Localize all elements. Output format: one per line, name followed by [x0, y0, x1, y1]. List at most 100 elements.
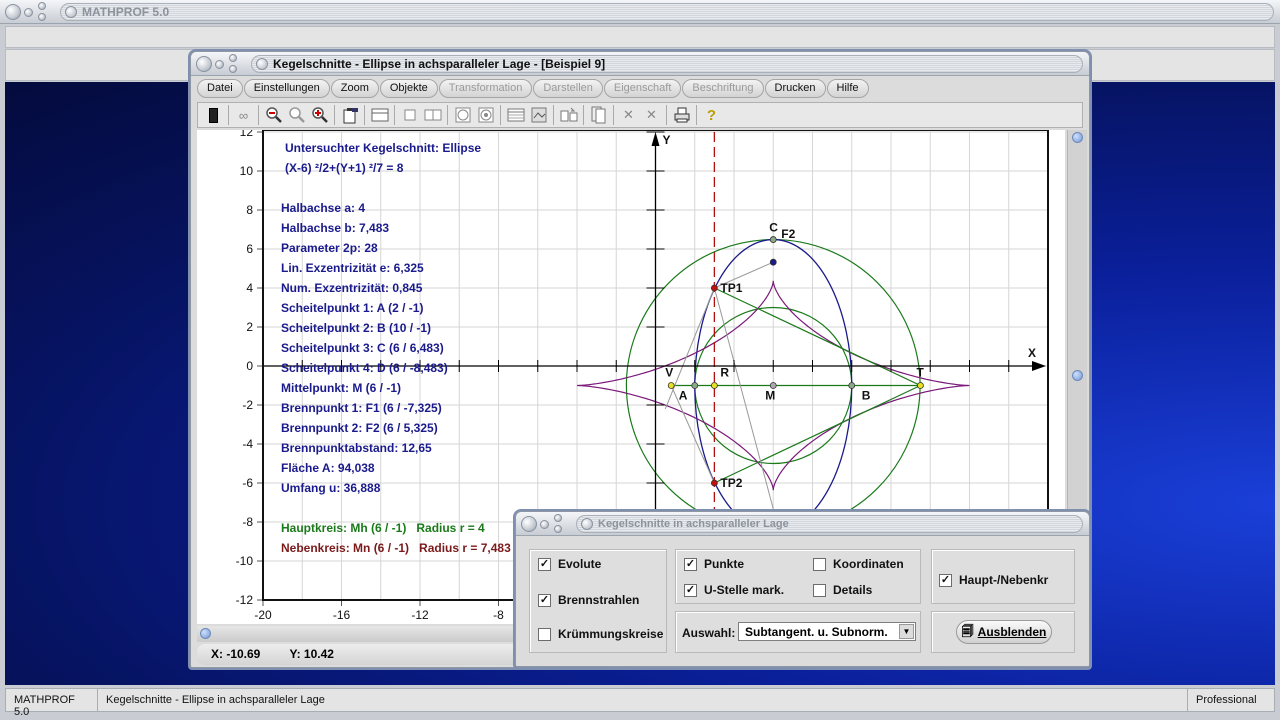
menu-hilfe[interactable]: Hilfe	[826, 79, 869, 98]
child-minimize-button[interactable]	[215, 59, 224, 69]
point-tp1	[710, 284, 718, 292]
cross-icon[interactable]: ✕	[617, 104, 640, 126]
details-check-box[interactable]	[813, 583, 826, 597]
y-tick-label: -8	[242, 515, 253, 529]
auswahl-select[interactable]: Subtangent. u. Subnorm. ▼	[738, 622, 916, 641]
glasses-icon[interactable]: ∞	[232, 104, 255, 126]
window-control-buttons[interactable]	[0, 0, 60, 24]
auswahl-label: Auswahl:	[682, 626, 735, 640]
title-dot-icon	[65, 5, 77, 18]
info-line: Halbachse a: 4	[281, 201, 365, 215]
panel-restore-button[interactable]	[554, 524, 562, 533]
vscroll-thumb[interactable]	[1072, 370, 1083, 381]
hscroll-thumb[interactable]	[200, 628, 211, 639]
toolbar-separator	[334, 105, 335, 125]
child-title: Kegelschnitte - Ellipse in achsparallele…	[251, 54, 1083, 73]
menu-zoom[interactable]: Zoom	[330, 79, 379, 98]
y-tick-label: 2	[246, 320, 253, 334]
child-window-controls[interactable]	[191, 52, 251, 76]
chevron-down-icon[interactable]: ▼	[899, 624, 914, 639]
info-line: Fläche A: 94,038	[281, 461, 375, 475]
printer-icon[interactable]	[670, 104, 693, 126]
panel-minimize-button[interactable]	[540, 519, 549, 529]
circle-1-icon[interactable]	[451, 104, 474, 126]
hauptneben-checkbox[interactable]: ✓ Haupt-/Nebenkr	[939, 573, 1048, 587]
brennstrahlen-checkbox[interactable]: ✓ Brennstrahlen	[538, 593, 639, 607]
zoom-reset-icon[interactable]	[285, 104, 308, 126]
panel-maximize-button[interactable]	[554, 513, 562, 522]
menu-datei[interactable]: Datei	[197, 79, 243, 98]
menu-transformation[interactable]: Transformation	[438, 79, 533, 98]
small-frame-icon[interactable]	[398, 104, 421, 126]
toolbar: ∞ ✕ ✕ ?	[197, 102, 1083, 128]
clipboard-icon[interactable]	[338, 104, 361, 126]
point-label-r: R	[720, 366, 729, 380]
point-label-b: B	[862, 389, 871, 403]
toolbar-separator	[613, 105, 614, 125]
menu-beschriftung[interactable]: Beschriftung	[682, 79, 764, 98]
hauptneben-check-box[interactable]: ✓	[939, 573, 952, 587]
info-line: Parameter 2p: 28	[281, 241, 378, 255]
toolbar-separator	[394, 105, 395, 125]
panel-window-controls[interactable]	[516, 512, 576, 536]
punkte-checkbox[interactable]: ✓ Punkte	[684, 557, 744, 571]
point-label-f2: F2	[781, 227, 795, 241]
child-restore-button[interactable]	[229, 64, 237, 73]
pages-icon[interactable]	[587, 104, 610, 126]
y-tick-label: -6	[242, 476, 253, 490]
panel-close-button[interactable]	[521, 515, 537, 532]
ausblenden-button[interactable]: 🗐 Ausblenden	[956, 620, 1052, 644]
menu-darstellen[interactable]: Darstellen	[533, 79, 603, 98]
window-icon[interactable]	[368, 104, 391, 126]
menu-objekte[interactable]: Objekte	[379, 79, 438, 98]
status-module: Kegelschnitte - Ellipse in achsparallele…	[98, 689, 1188, 711]
info-line: Scheitelpunkt 3: C (6 / 6,483)	[281, 341, 444, 355]
menu-drucken[interactable]: Drucken	[764, 79, 826, 98]
maximize-button[interactable]	[38, 1, 46, 10]
kruemmungskreise-checkbox[interactable]: Krümmungskreise	[538, 627, 663, 641]
help-icon[interactable]: ?	[700, 104, 723, 126]
toolbar-separator	[553, 105, 554, 125]
koordinaten-checkbox[interactable]: Koordinaten	[813, 557, 904, 571]
menu-einstellungen[interactable]: Einstellungen	[243, 79, 330, 98]
evolute-checkbox[interactable]: ✓ Evolute	[538, 557, 601, 571]
export-icon[interactable]	[557, 104, 580, 126]
status-edition: Professional	[1196, 694, 1257, 706]
close-button[interactable]	[5, 3, 21, 20]
y-tick-label: -4	[242, 437, 253, 451]
points: A B C M F2 TP1 TP2 V R T	[665, 221, 924, 535]
cross-double-icon[interactable]: ✕	[640, 104, 663, 126]
tangent-line-2	[714, 384, 921, 484]
details-checkbox[interactable]: Details	[813, 583, 872, 597]
evolute-check-box[interactable]: ✓	[538, 557, 551, 571]
main-title-bar[interactable]: MATHPROF 5.0	[0, 0, 1280, 24]
ustelle-check-box[interactable]: ✓	[684, 583, 697, 597]
table-icon[interactable]	[504, 104, 527, 126]
zoom-in-icon[interactable]	[308, 104, 331, 126]
hauptneben-label: Haupt-/Nebenkr	[959, 573, 1049, 587]
ustelle-checkbox[interactable]: ✓ U-Stelle mark.	[684, 583, 784, 597]
restore-button[interactable]	[38, 12, 46, 21]
child-maximize-button[interactable]	[229, 53, 237, 62]
vscroll-top-thumb[interactable]	[1072, 132, 1083, 143]
panel-title-bar[interactable]: Kegelschnitte in achsparalleler Lage	[516, 512, 1089, 536]
punkte-label: Punkte	[704, 557, 745, 571]
panel-title-text: Kegelschnitte in achsparalleler Lage	[598, 517, 789, 530]
frames-icon[interactable]	[421, 104, 444, 126]
koordinaten-check-box[interactable]	[813, 557, 826, 571]
zoom-out-icon[interactable]	[262, 104, 285, 126]
minimize-button[interactable]	[24, 7, 33, 17]
kruemmungskreise-check-box[interactable]	[538, 627, 551, 641]
details-label: Details	[833, 583, 873, 597]
child-close-button[interactable]	[196, 55, 212, 72]
circle-2-icon[interactable]	[474, 104, 497, 126]
info-line: Brennpunktabstand: 12,65	[281, 441, 432, 455]
calculator-icon[interactable]	[202, 104, 225, 126]
punkte-check-box[interactable]: ✓	[684, 557, 697, 571]
brennstrahlen-check-box[interactable]: ✓	[538, 593, 551, 607]
menu-eigenschaft[interactable]: Eigenschaft	[603, 79, 682, 98]
ausblenden-label: Ausblenden	[977, 625, 1047, 639]
child-title-bar[interactable]: Kegelschnitte - Ellipse in achsparallele…	[191, 52, 1089, 76]
image-icon[interactable]	[527, 104, 550, 126]
toolbar-separator	[364, 105, 365, 125]
